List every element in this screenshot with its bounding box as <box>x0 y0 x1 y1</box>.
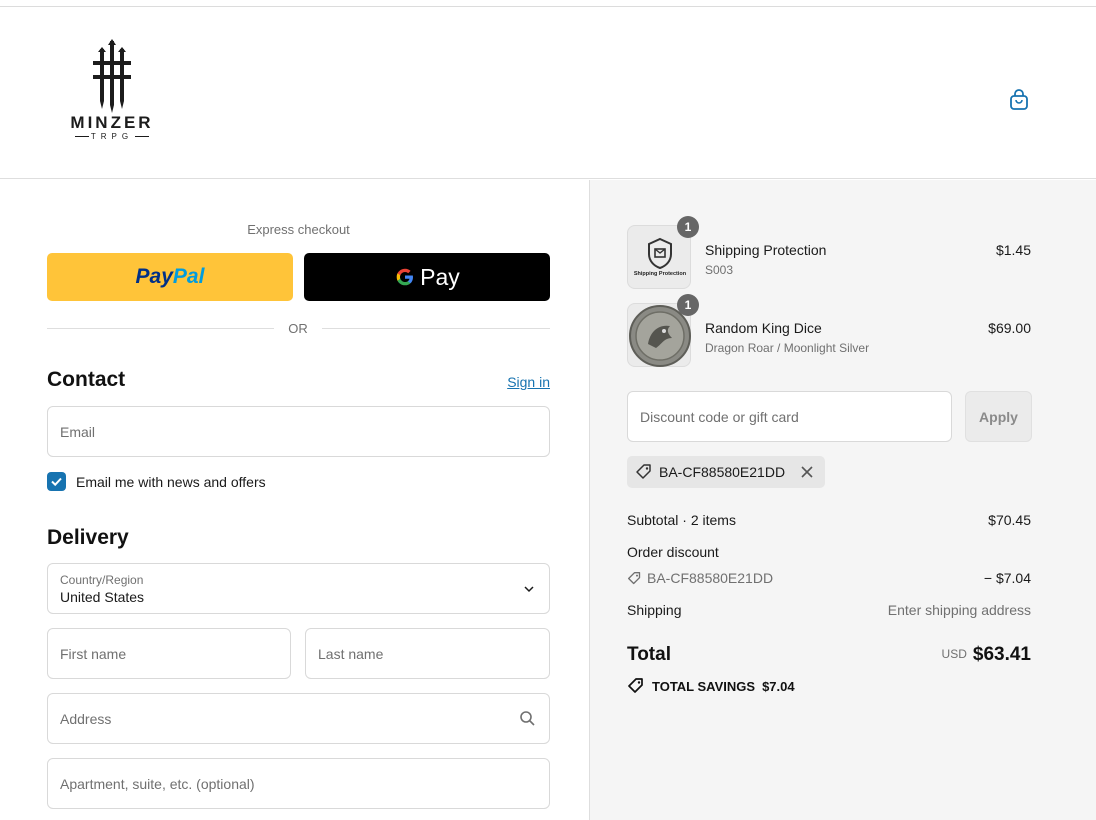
total-label: Total <box>627 644 671 665</box>
tag-icon <box>628 571 641 584</box>
product-price: $69.00 <box>988 320 1031 336</box>
applied-discount-chip: BA-CF88580E21DD <box>627 456 826 488</box>
checkout-form-panel: Express checkout Pay Pal Pay OR Contact S… <box>0 180 589 820</box>
last-name-field[interactable]: Last name <box>305 628 550 679</box>
country-label: Country/Region <box>60 573 144 587</box>
address-field[interactable]: Address <box>47 693 550 744</box>
total-currency: USD <box>941 647 967 661</box>
product-price: $1.45 <box>995 242 1031 258</box>
shopping-bag-icon <box>1010 89 1028 110</box>
or-label: OR <box>274 321 322 336</box>
subtotal-value: $70.45 <box>988 512 1031 528</box>
order-discount-code-text: BA-CF88580E21DD <box>647 570 774 586</box>
search-icon[interactable] <box>519 710 536 727</box>
savings-label: TOTAL SAVINGS <box>652 678 756 694</box>
product-variant: Dragon Roar / Moonlight Silver <box>705 341 870 355</box>
tag-icon <box>636 464 651 479</box>
address-placeholder: Address <box>60 711 112 727</box>
google-pay-button[interactable]: Pay <box>304 253 550 301</box>
country-select[interactable]: Country/Region United States <box>47 563 550 614</box>
quantity-badge: 1 <box>677 216 699 238</box>
cart-button[interactable] <box>1006 87 1032 113</box>
delivery-heading: Delivery <box>47 526 129 549</box>
logo-subtitle: TRPG <box>60 132 164 141</box>
apartment-placeholder: Apartment, suite, etc. (optional) <box>60 776 255 792</box>
last-name-placeholder: Last name <box>318 646 384 662</box>
order-discount-code: BA-CF88580E21DD <box>627 570 773 586</box>
applied-code: BA-CF88580E21DD <box>659 464 786 480</box>
logo-wordmark: MINZER <box>70 113 154 132</box>
total-savings: TOTAL SAVINGS $7.04 <box>627 677 795 695</box>
first-name-field[interactable]: First name <box>47 628 291 679</box>
discount-code-input[interactable]: Discount code or gift card <box>627 391 952 442</box>
site-header: MINZER TRPG <box>0 7 1096 179</box>
newsletter-checkbox[interactable] <box>47 472 66 491</box>
product-thumbnail: Shipping Protection 1 <box>627 216 699 289</box>
sign-in-link[interactable]: Sign in <box>460 374 550 390</box>
checkmark-icon <box>51 477 62 487</box>
shipping-value: Enter shipping address <box>887 602 1031 618</box>
chevron-down-icon <box>524 586 534 593</box>
thumb-label: Shipping Protection <box>634 271 687 277</box>
close-icon[interactable] <box>799 464 815 480</box>
logo-emblem-icon <box>93 39 131 113</box>
order-summary-panel: Shipping Protection 1 Shipping Protectio… <box>589 180 1096 820</box>
apply-button[interactable]: Apply <box>965 391 1032 442</box>
google-g-icon <box>396 268 414 286</box>
shipping-label: Shipping <box>627 602 682 618</box>
product-variant: S003 <box>705 263 734 277</box>
product-name: Random King Dice <box>705 320 822 336</box>
order-discount-label: Order discount <box>627 544 719 560</box>
google-pay-label: Pay <box>420 263 460 290</box>
tag-icon <box>628 678 643 693</box>
country-value: United States <box>60 589 145 605</box>
paypal-button[interactable]: Pay Pal <box>47 253 293 301</box>
product-thumbnail: 1 <box>627 294 699 367</box>
savings-value: $7.04 <box>762 678 795 694</box>
contact-heading: Contact <box>47 368 126 391</box>
express-checkout-label: Express checkout <box>247 222 350 237</box>
quantity-badge: 1 <box>677 294 699 316</box>
store-logo[interactable]: MINZER TRPG <box>60 39 164 143</box>
apartment-field[interactable]: Apartment, suite, etc. (optional) <box>47 758 550 809</box>
order-discount-value: − $7.04 <box>983 570 1031 586</box>
total-value: $63.41 <box>972 644 1031 665</box>
subtotal-label: Subtotal · 2 items <box>627 512 736 528</box>
total-amount: USD $63.41 <box>831 644 1031 666</box>
email-placeholder: Email <box>60 424 96 440</box>
paypal-logo-part2: Pal <box>172 265 205 288</box>
email-field[interactable]: Email <box>47 406 550 457</box>
first-name-placeholder: First name <box>60 646 127 662</box>
paypal-logo-part1: Pay <box>135 265 173 288</box>
discount-placeholder: Discount code or gift card <box>640 409 799 425</box>
newsletter-label: Email me with news and offers <box>76 474 266 490</box>
product-name: Shipping Protection <box>705 242 827 258</box>
